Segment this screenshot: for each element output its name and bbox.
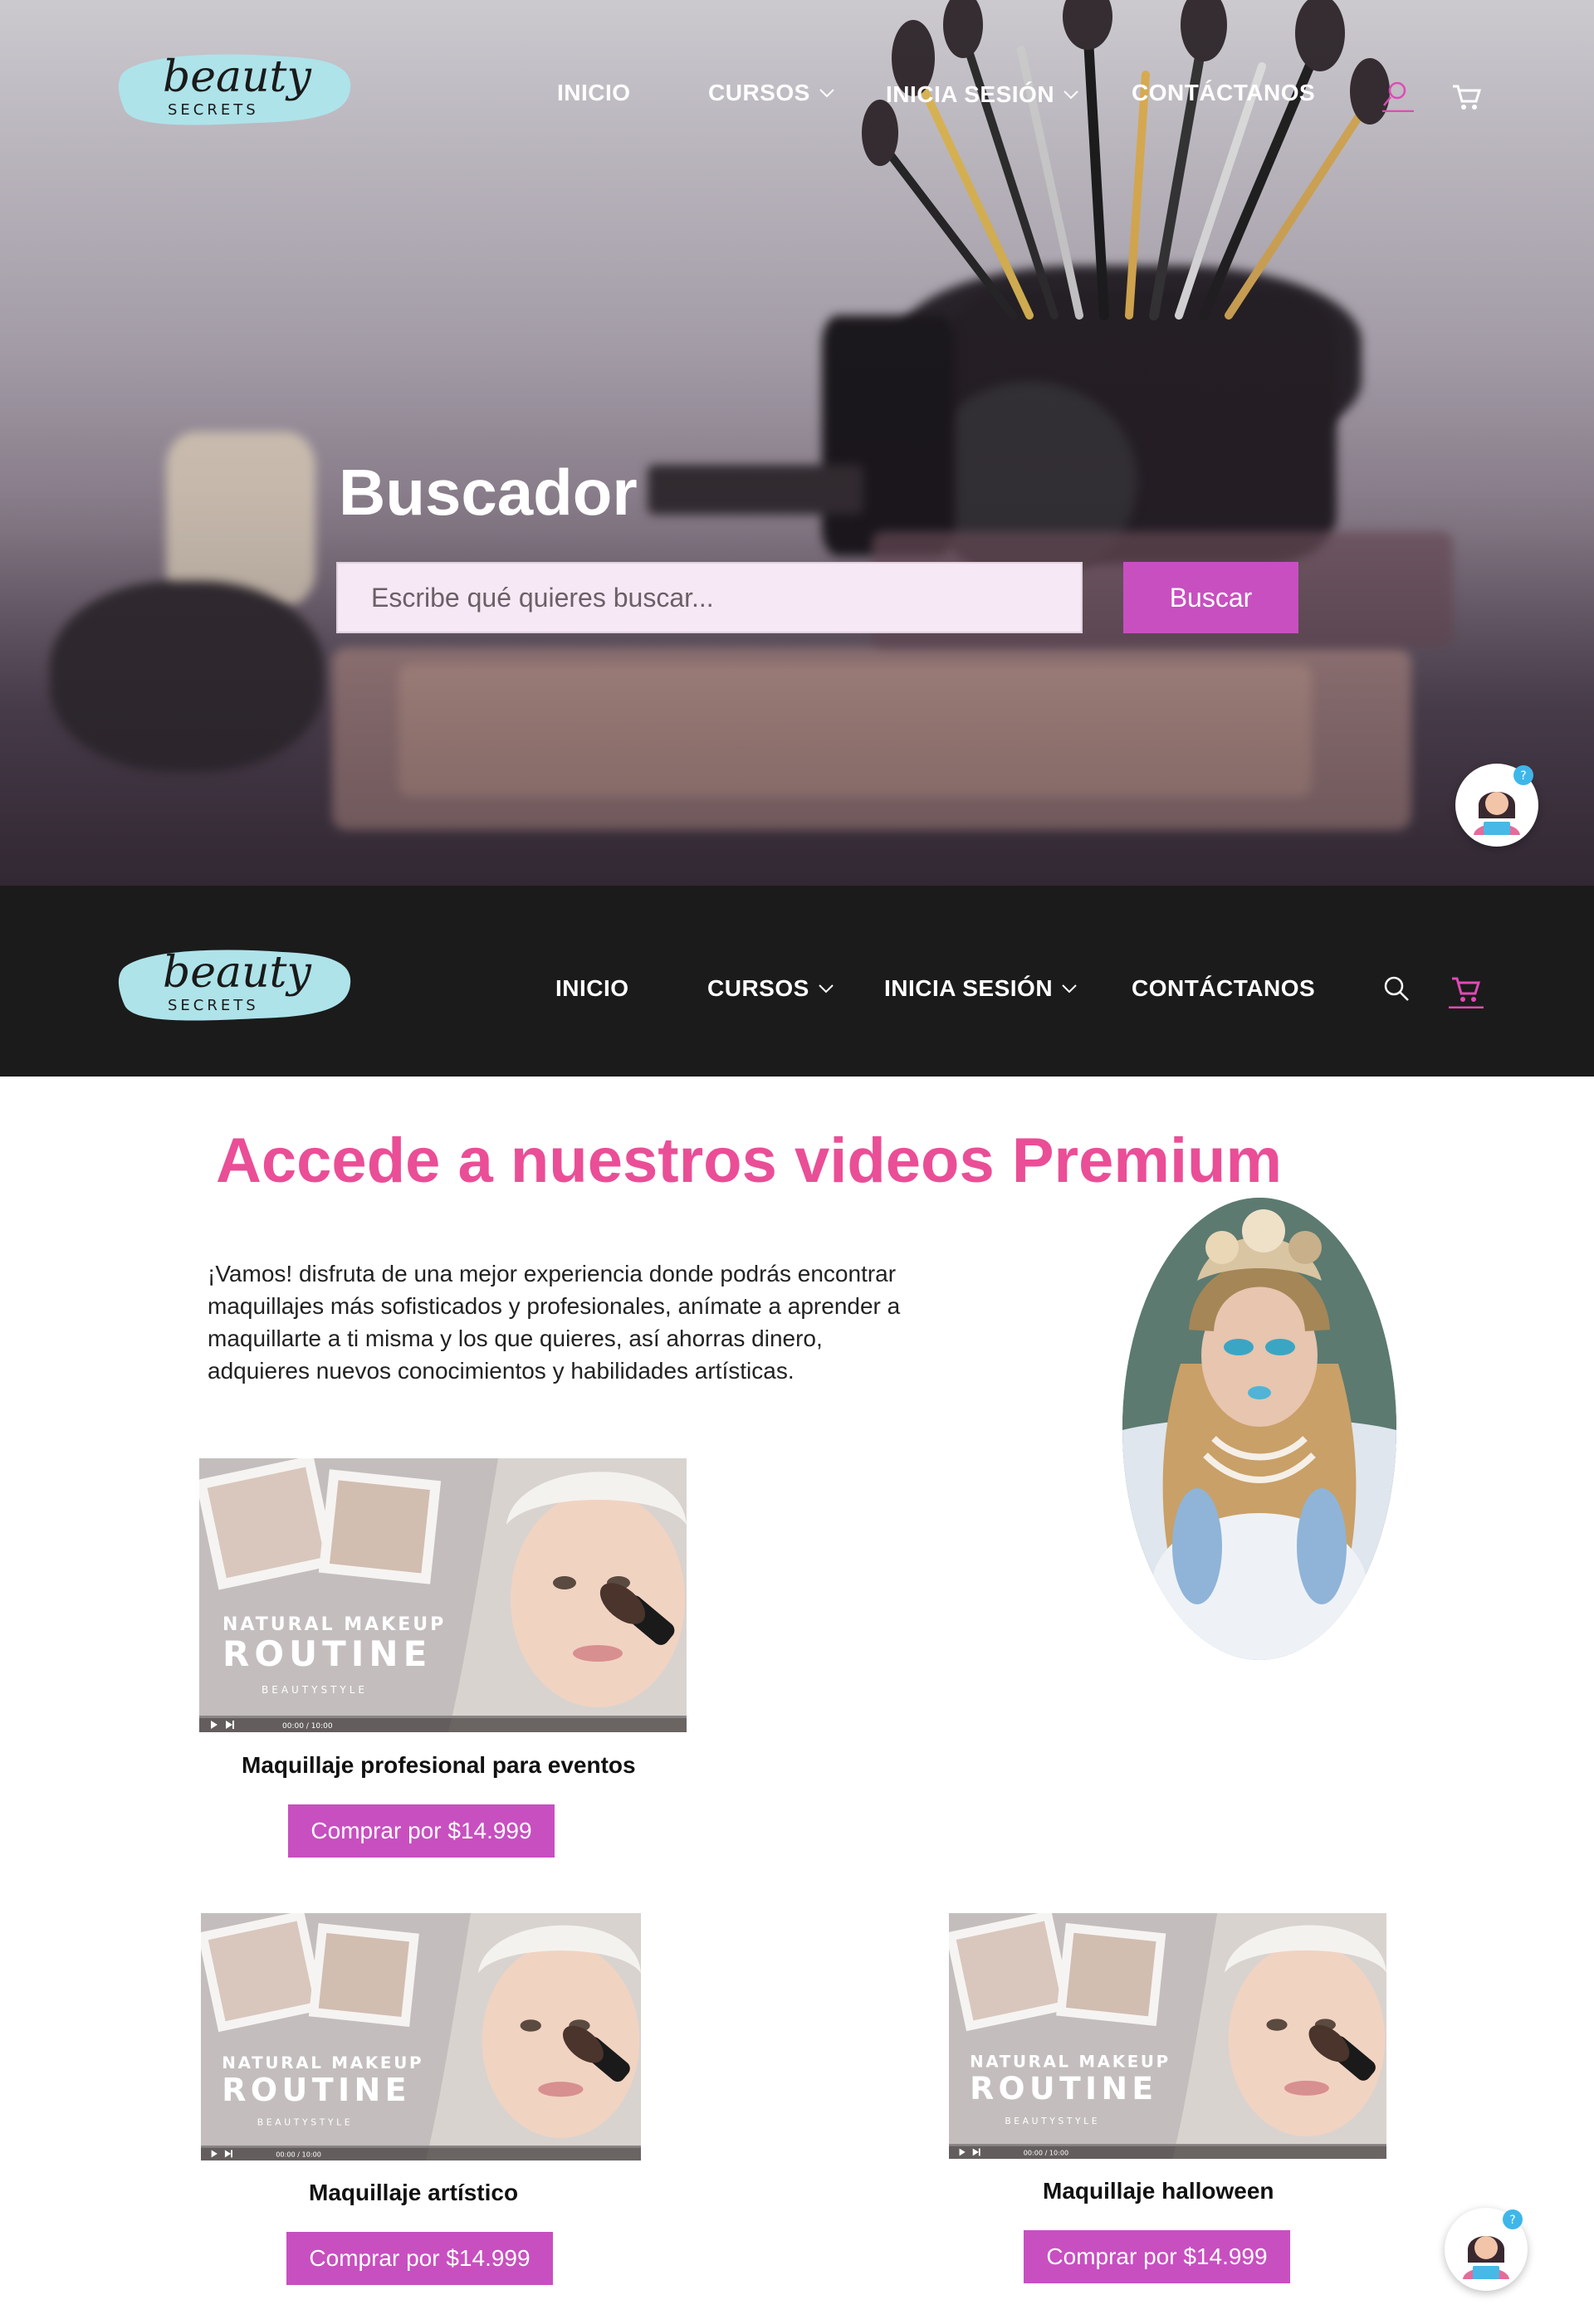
logo-subtitle: SECRETS	[168, 101, 259, 119]
buy-button[interactable]: Comprar por $14.999	[286, 2232, 553, 2285]
nav-item-inicio[interactable]: INICIO	[557, 80, 631, 106]
support-avatar-icon: ?	[1457, 765, 1537, 845]
search-button[interactable]: Buscar	[1123, 562, 1298, 633]
premium-description: ¡Vamos! disfruta de una mejor experienci…	[208, 1261, 901, 1384]
nav-item-inicia-sesion[interactable]: INICIA SESIÓN	[884, 975, 1078, 1002]
logo[interactable]: beauty SECRETS	[116, 935, 357, 1035]
course-thumbnail[interactable]: NATURAL MAKEUP ROUTINE BEAUTYSTYLE 00:00…	[199, 1458, 687, 1732]
chevron-down-icon	[1063, 90, 1078, 100]
logo-word: beauty	[163, 948, 311, 998]
hero-banner: beauty SECRETS INICIO CURSOS INICIA SESI…	[0, 0, 1594, 886]
video-thumbnail: NATURAL MAKEUP ROUTINE BEAUTYSTYLE 00:00…	[949, 1913, 1386, 2159]
thumb-line3: BEAUTYSTYLE	[257, 2117, 354, 2128]
thumb-line1: NATURAL MAKEUP	[970, 2053, 1171, 2072]
thumb-time: 00:00 / 10:00	[1024, 2150, 1068, 2157]
svg-text:?: ?	[1509, 2214, 1515, 2227]
nav-label: CURSOS	[708, 80, 810, 105]
logo[interactable]: beauty SECRETS	[116, 40, 357, 139]
course-title: Maquillaje profesional para eventos	[242, 1752, 636, 1778]
thumb-line2: ROUTINE	[222, 1633, 432, 1674]
hero-title: Buscador	[339, 456, 638, 529]
logo-subtitle: SECRETS	[168, 997, 259, 1014]
course-thumbnail[interactable]: NATURAL MAKEUP ROUTINE BEAUTYSTYLE 00:00…	[201, 1913, 641, 2160]
course-thumbnail[interactable]: NATURAL MAKEUP ROUTINE BEAUTYSTYLE 00:00…	[949, 1913, 1386, 2159]
nav-label: INICIA SESIÓN	[886, 81, 1055, 107]
cart-icon[interactable]	[1449, 972, 1484, 1008]
user-icon[interactable]	[1381, 79, 1414, 112]
nav-item-inicia-sesion[interactable]: INICIA SESIÓN	[886, 81, 1079, 108]
svg-text:?: ?	[1520, 769, 1526, 783]
cart-icon[interactable]	[1450, 80, 1483, 113]
buy-button[interactable]: Comprar por $14.999	[288, 1804, 555, 1858]
nav-item-inicio[interactable]: INICIO	[555, 975, 629, 1002]
nav-item-contactanos[interactable]: CONTÁCTANOS	[1132, 975, 1315, 1002]
thumb-line1: NATURAL MAKEUP	[222, 1614, 446, 1635]
nav-item-contactanos[interactable]: CONTÁCTANOS	[1132, 80, 1315, 106]
nav-label: CURSOS	[707, 975, 809, 1001]
buy-button[interactable]: Comprar por $14.999	[1024, 2230, 1290, 2283]
course-title: Maquillaje halloween	[1043, 2178, 1274, 2204]
nav-item-cursos[interactable]: CURSOS	[708, 80, 835, 106]
support-avatar-icon: ?	[1446, 2209, 1526, 2289]
nav-label: INICIA SESIÓN	[884, 975, 1054, 1001]
chevron-down-icon	[1062, 984, 1077, 994]
page: beauty SECRETS INICIO CURSOS INICIA SESI…	[0, 0, 1594, 2324]
thumb-line2: ROUTINE	[970, 2070, 1157, 2107]
chat-support-button[interactable]: ?	[1455, 764, 1538, 847]
mermaid-portrait-image	[1122, 1198, 1396, 1660]
thumb-time: 00:00 / 10:00	[282, 1722, 333, 1731]
nav-label: INICIO	[557, 80, 631, 105]
premium-title: Accede a nuestros videos Premium	[216, 1125, 1283, 1196]
sticky-header: beauty SECRETS INICIO CURSOS INICIA SESI…	[0, 886, 1594, 1077]
course-title: Maquillaje artístico	[309, 2180, 519, 2205]
search-icon[interactable]	[1381, 974, 1411, 1003]
thumb-line2: ROUTINE	[222, 2072, 411, 2108]
chat-support-button[interactable]: ?	[1445, 2208, 1528, 2291]
thumb-line3: BEAUTYSTYLE	[1005, 2116, 1100, 2126]
video-thumbnail: NATURAL MAKEUP ROUTINE BEAUTYSTYLE 00:00…	[199, 1458, 687, 1732]
thumb-time: 00:00 / 10:00	[276, 2150, 321, 2158]
nav-label: CONTÁCTANOS	[1132, 80, 1316, 105]
nav-item-cursos[interactable]: CURSOS	[707, 975, 834, 1002]
nav-label: INICIO	[555, 975, 629, 1001]
video-thumbnail: NATURAL MAKEUP ROUTINE BEAUTYSTYLE 00:00…	[201, 1913, 641, 2160]
chevron-down-icon	[819, 89, 834, 98]
chevron-down-icon	[819, 984, 834, 994]
thumb-line1: NATURAL MAKEUP	[222, 2053, 423, 2073]
thumb-line3: BEAUTYSTYLE	[262, 1684, 368, 1696]
search-input[interactable]	[336, 562, 1083, 633]
logo-word: beauty	[163, 52, 311, 102]
nav-label: CONTÁCTANOS	[1132, 975, 1316, 1001]
